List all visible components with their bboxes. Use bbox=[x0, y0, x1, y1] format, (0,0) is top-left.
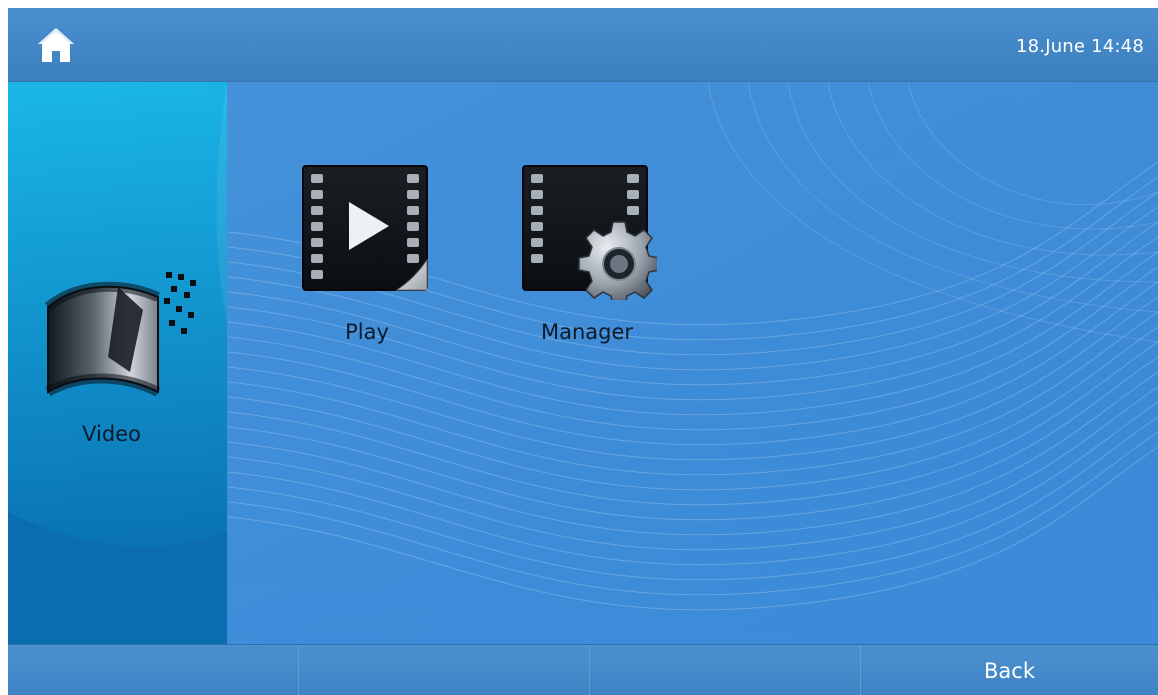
bottom-button-2[interactable] bbox=[299, 645, 589, 695]
bottom-button-1[interactable] bbox=[8, 645, 298, 695]
video-screen: 18.June 14:48 Video Play Manager Back bbox=[8, 8, 1158, 695]
play-app[interactable]: Play bbox=[297, 160, 437, 360]
play-label: Play bbox=[345, 320, 389, 344]
manager-label: Manager bbox=[540, 320, 634, 344]
film-gear-icon bbox=[522, 165, 657, 300]
film-play-icon bbox=[302, 165, 428, 291]
bottom-button-3[interactable] bbox=[590, 645, 860, 695]
home-icon bbox=[38, 28, 74, 62]
top-bar: 18.June 14:48 bbox=[8, 8, 1158, 82]
manager-app[interactable]: Manager bbox=[517, 160, 657, 360]
datetime-label: 18.June 14:48 bbox=[1015, 36, 1144, 57]
home-button[interactable] bbox=[28, 18, 84, 72]
back-button[interactable]: Back bbox=[861, 645, 1158, 695]
module-panel: Video bbox=[8, 82, 227, 644]
bottom-bar: Back bbox=[8, 644, 1158, 695]
module-title: Video bbox=[82, 422, 141, 446]
film-reel-icon bbox=[44, 272, 196, 397]
